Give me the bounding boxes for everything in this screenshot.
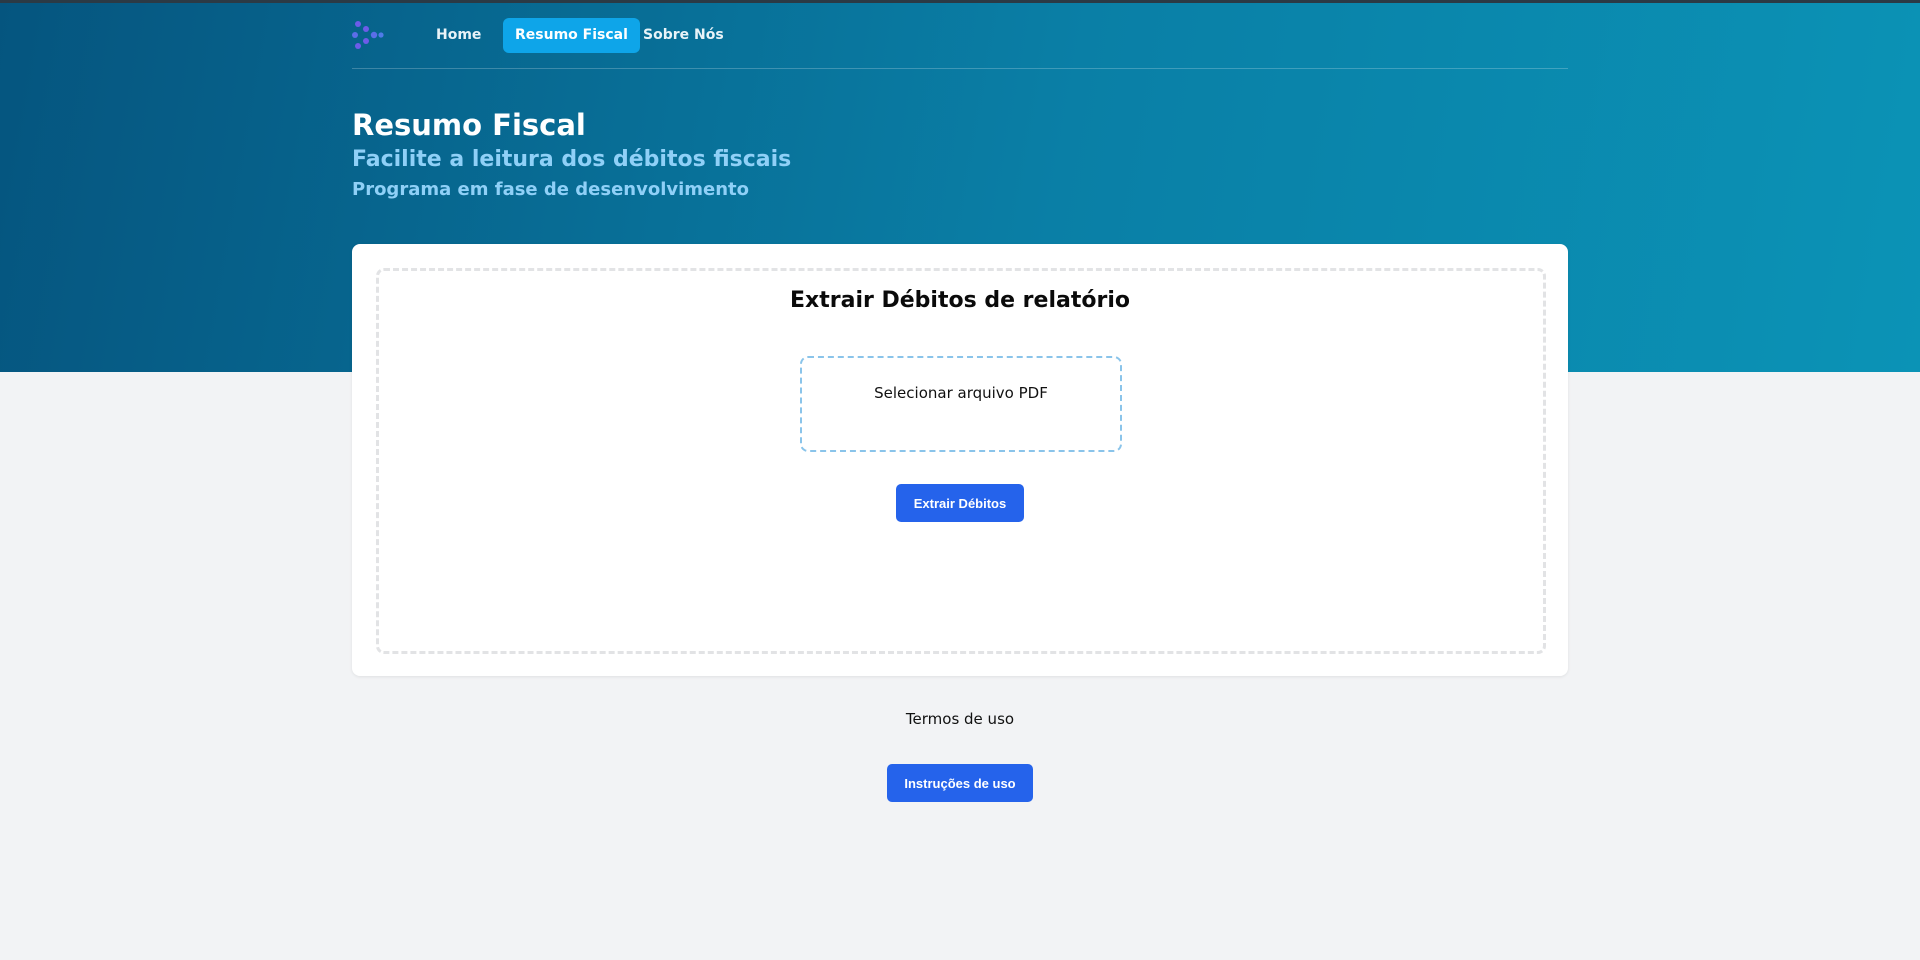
- nav-link-home[interactable]: Home: [424, 18, 493, 53]
- nav-link-resumo-fiscal[interactable]: Resumo Fiscal: [503, 18, 640, 53]
- card-title: Extrair Débitos de relatório: [790, 288, 1130, 313]
- development-note: Programa em fase de desenvolvimento: [352, 179, 750, 200]
- nav-link-sobre-nos[interactable]: Sobre Nós: [631, 18, 736, 53]
- molecule-logo-icon[interactable]: [352, 20, 384, 50]
- navbar: Home Resumo Fiscal Sobre Nós: [352, 0, 1568, 69]
- instructions-button[interactable]: Instruções de uso: [887, 764, 1033, 802]
- terms-link[interactable]: Termos de uso: [0, 710, 1920, 728]
- file-picker[interactable]: Selecionar arquivo PDF: [800, 356, 1122, 452]
- extract-button[interactable]: Extrair Débitos: [896, 484, 1024, 522]
- drop-zone[interactable]: [376, 268, 1546, 654]
- page-title: Resumo Fiscal: [352, 108, 586, 142]
- extract-card: Extrair Débitos de relatório Selecionar …: [352, 244, 1568, 676]
- file-picker-label: Selecionar arquivo PDF: [874, 384, 1048, 402]
- page-subtitle: Facilite a leitura dos débitos fiscais: [352, 147, 792, 172]
